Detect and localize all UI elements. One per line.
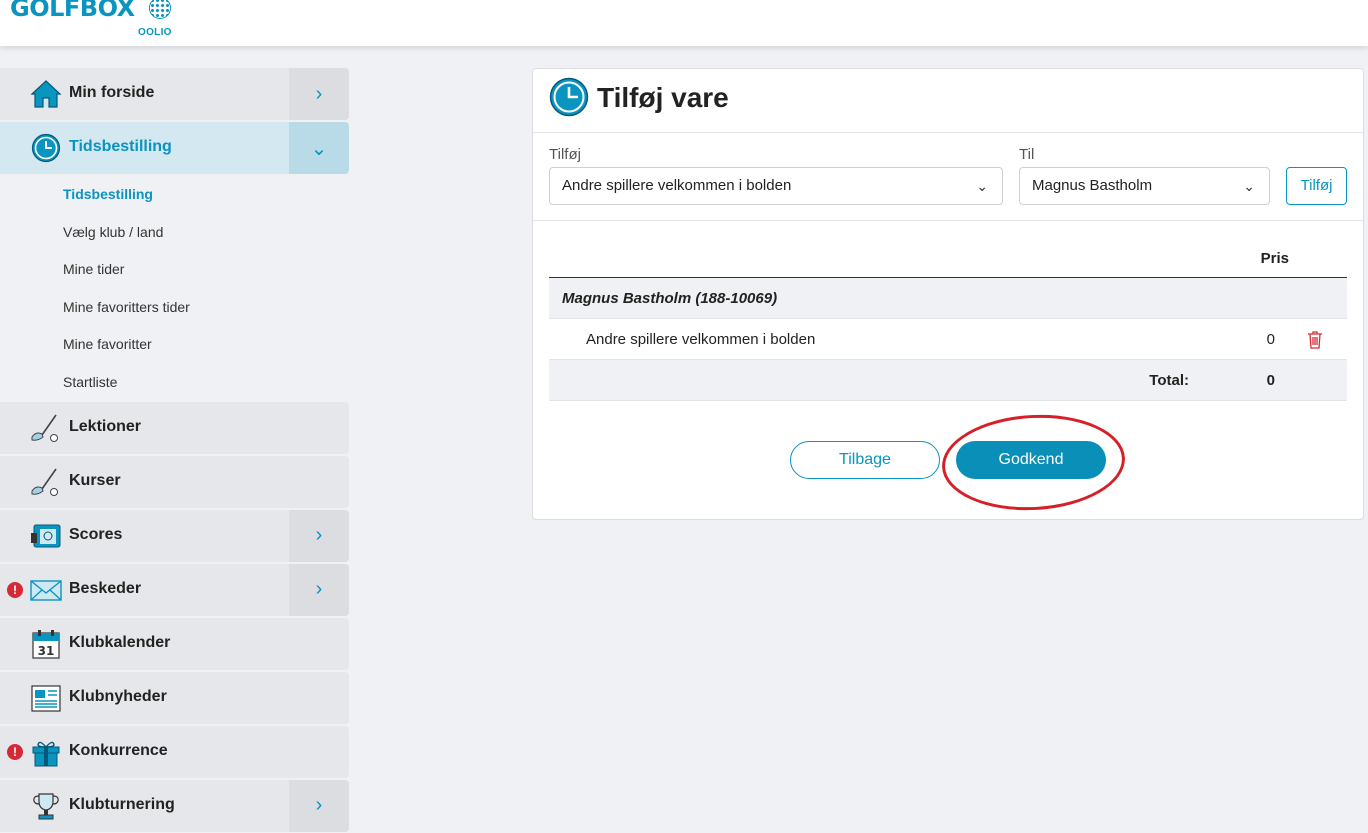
sidebar-item-label: Beskeder xyxy=(69,579,142,597)
panel-header: Tilføj vare xyxy=(533,69,1363,133)
clock-icon xyxy=(549,77,589,117)
item-select[interactable]: Andre spillere velkommen i bolden ⌄ xyxy=(549,167,1003,205)
price-column-header: Pris xyxy=(1260,250,1289,267)
total-row: Total: 0 xyxy=(549,360,1347,401)
sidebar-item-scores[interactable]: Scores › xyxy=(0,509,349,562)
sidebar-item-tidsbestilling[interactable]: Tidsbestilling ⌄ xyxy=(0,122,349,174)
alert-badge: ! xyxy=(7,581,23,598)
subnav-item-vaelg-klub[interactable]: Vælg klub / land xyxy=(0,214,349,252)
total-value: 0 xyxy=(1266,372,1275,389)
subnav-item-favoritters-tider[interactable]: Mine favoritters tider xyxy=(0,289,349,327)
golf-ball-icon xyxy=(149,0,171,19)
player-select[interactable]: Magnus Bastholm ⌄ xyxy=(1019,167,1270,205)
player-select-value: Magnus Bastholm xyxy=(1032,177,1153,194)
to-field-label: Til xyxy=(1019,146,1035,163)
subnav-item-mine-favoritter[interactable]: Mine favoritter xyxy=(0,326,349,364)
sidebar-item-label: Kurser xyxy=(69,471,121,489)
add-item-panel: Tilføj vare Tilføj Andre spillere velkom… xyxy=(532,68,1364,520)
total-label: Total: xyxy=(1149,372,1189,389)
clock-icon xyxy=(31,133,61,163)
sidebar: Min forside › Tidsbestilling ⌄ Tidsbesti… xyxy=(0,68,349,833)
chevron-down-icon: ⌄ xyxy=(1243,178,1255,194)
items-table: Pris Magnus Bastholm (188-10069) Andre s… xyxy=(549,239,1347,401)
divider xyxy=(533,220,1363,221)
sidebar-item-klubnyheder[interactable]: Klubnyheder xyxy=(0,671,349,724)
sidebar-item-min-forside[interactable]: Min forside › xyxy=(0,68,349,120)
golf-club-icon xyxy=(31,468,58,496)
trophy-icon xyxy=(33,792,59,820)
sidebar-item-label: Tidsbestilling xyxy=(69,138,172,155)
golf-club-icon xyxy=(31,414,58,442)
calendar-day: 31 xyxy=(38,644,55,658)
subnav-item-startliste[interactable]: Startliste xyxy=(0,364,349,402)
calendar-icon: 31 xyxy=(32,629,60,659)
sidebar-item-label: Konkurrence xyxy=(69,741,168,759)
item-name: Andre spillere velkommen i bolden xyxy=(586,331,816,348)
top-bar: GOLFBOX OOLIO xyxy=(0,0,1368,46)
logo-subtitle: OOLIO xyxy=(138,27,172,38)
sidebar-item-label: Klubnyheder xyxy=(69,687,167,705)
sidebar-item-konkurrence[interactable]: ! Konkurrence xyxy=(0,725,349,778)
newspaper-icon xyxy=(31,684,61,712)
sidebar-item-klubturnering[interactable]: Klubturnering › xyxy=(0,779,349,832)
add-item-form: Tilføj Andre spillere velkommen i bolden… xyxy=(549,146,1347,206)
add-button[interactable]: Tilføj xyxy=(1286,167,1347,205)
sidebar-item-label: Klubkalender xyxy=(69,633,171,651)
item-select-value: Andre spillere velkommen i bolden xyxy=(562,177,792,194)
scorecard-icon xyxy=(31,524,61,548)
alert-badge: ! xyxy=(7,743,23,760)
sidebar-item-kurser[interactable]: Kurser xyxy=(0,455,349,508)
gift-icon xyxy=(32,741,60,767)
back-button[interactable]: Tilbage xyxy=(790,441,940,479)
approve-button[interactable]: Godkend xyxy=(956,441,1106,479)
sidebar-item-lektioner[interactable]: Lektioner xyxy=(0,401,349,454)
chevron-right-icon[interactable]: › xyxy=(289,563,349,616)
subnav-item-tidsbestilling[interactable]: Tidsbestilling xyxy=(0,176,349,214)
sidebar-item-label: Klubturnering xyxy=(69,795,175,813)
sidebar-item-beskeder[interactable]: ! Beskeder › xyxy=(0,563,349,616)
table-row: Andre spillere velkommen i bolden 0 xyxy=(549,319,1347,360)
sidebar-item-label: Lektioner xyxy=(69,417,142,435)
chevron-right-icon[interactable]: › xyxy=(289,509,349,562)
add-field-label: Tilføj xyxy=(549,146,581,163)
chevron-right-icon[interactable]: › xyxy=(289,779,349,832)
item-price: 0 xyxy=(1266,331,1275,348)
sidebar-subnav: Tidsbestilling Vælg klub / land Mine tid… xyxy=(0,176,349,402)
player-group-name: Magnus Bastholm (188-10069) xyxy=(562,290,778,307)
house-icon xyxy=(30,80,62,108)
subnav-item-mine-tider[interactable]: Mine tider xyxy=(0,251,349,289)
sidebar-item-klubkalender[interactable]: 31 Klubkalender xyxy=(0,617,349,670)
table-header: Pris xyxy=(549,239,1347,278)
trash-icon[interactable] xyxy=(1307,331,1323,349)
sidebar-item-label: Scores xyxy=(69,525,123,543)
page-title: Tilføj vare xyxy=(597,82,729,113)
golfbox-logo[interactable]: GOLFBOX xyxy=(10,0,135,22)
player-group-row: Magnus Bastholm (188-10069) xyxy=(549,278,1347,319)
chevron-right-icon[interactable]: › xyxy=(289,68,349,120)
envelope-icon xyxy=(30,579,62,601)
chevron-down-icon: ⌄ xyxy=(976,178,988,194)
chevron-down-icon[interactable]: ⌄ xyxy=(289,122,349,174)
sidebar-item-label: Min forside xyxy=(69,84,155,101)
